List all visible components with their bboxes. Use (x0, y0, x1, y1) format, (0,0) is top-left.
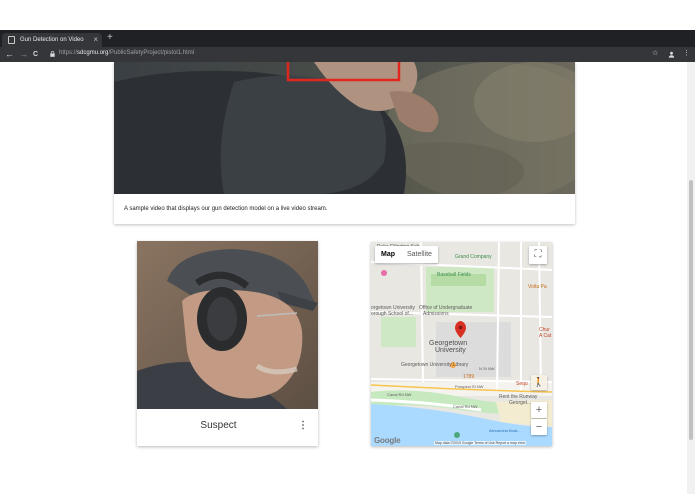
suspect-label: Suspect (200, 420, 237, 431)
map-label-prospect: Prospect St NW (455, 384, 484, 389)
page-scrollbar[interactable] (687, 62, 695, 494)
detection-box (286, 62, 401, 82)
map-label-grand: Grand Company (455, 254, 492, 260)
map-type-control: Map Satellite (375, 246, 438, 263)
forward-arrow-icon[interactable]: → (19, 48, 28, 60)
tab-title: Gun Detection on Video (20, 37, 84, 43)
map-attribution[interactable]: Map data ©2019 Google Terms of Use Repor… (434, 441, 527, 445)
bookmark-star-icon[interactable]: ☆ (652, 49, 658, 59)
detection-video[interactable] (114, 62, 575, 194)
scrollbar-thumb[interactable] (689, 180, 693, 440)
back-arrow-icon[interactable]: ← (5, 48, 14, 60)
zoom-out-button[interactable]: − (531, 419, 547, 435)
suspect-card: Suspect ⋮ (137, 241, 318, 446)
address-bar[interactable]: https://sdcgmu.org/PublicSafetyProject/p… (59, 50, 194, 56)
browser-menu-icon[interactable]: ⋮ (683, 49, 690, 59)
map-label-canal: Canal Rd NW (387, 392, 412, 397)
close-tab-icon[interactable]: × (93, 35, 98, 44)
zoom-in-button[interactable]: + (531, 402, 547, 418)
url-scheme: https:// (59, 50, 78, 56)
suspect-photo (137, 241, 318, 409)
map-type-satellite-button[interactable]: Satellite (401, 246, 438, 263)
map-label-acat: A Cat (539, 333, 552, 339)
map-label-library: Georgetown University Library (401, 362, 469, 368)
video-card: A sample video that displays our gun det… (114, 62, 575, 224)
map-label-volta: Volta Pa (528, 284, 547, 290)
fullscreen-icon[interactable]: ⛶ (529, 246, 547, 264)
map-label-alexandria: Alexandria Boat... (489, 428, 521, 433)
map-label-university: University (435, 347, 466, 354)
google-logo: Google (374, 436, 401, 445)
browser-tab[interactable]: Gun Detection on Video × (2, 33, 102, 47)
map-label-admissions: Admissions (423, 311, 449, 317)
video-caption: A sample video that displays our gun det… (124, 206, 328, 212)
page-viewport: A sample video that displays our gun det… (0, 62, 695, 494)
new-tab-button[interactable]: + (107, 32, 113, 44)
map-type-map-button[interactable]: Map (375, 246, 401, 263)
map-label-georgetown: Georgetown (429, 340, 468, 347)
map-label-canal-2: Canal Rd NW (453, 404, 478, 409)
suspect-image (137, 241, 318, 409)
window-top-margin (0, 0, 695, 30)
map-label-georgetn: Georget... (509, 400, 532, 406)
map-label-sequ: Sequ (516, 381, 528, 387)
pegman-icon[interactable]: 🚶 (531, 375, 547, 390)
url-path: /PublicSafetyProject/pistol1.html (108, 50, 195, 56)
account-icon[interactable] (668, 51, 675, 58)
page-icon (8, 36, 15, 44)
url-host: sdcgmu.org (77, 50, 109, 56)
more-options-icon[interactable]: ⋮ (298, 420, 308, 432)
map-label-baseball: Baseball Fields (437, 272, 471, 278)
reload-icon[interactable]: C (33, 49, 38, 61)
map-widget[interactable]: Duke Ellington Sch... Grand Company Base… (371, 242, 552, 446)
browser-tabstrip: Gun Detection on Video × + (0, 30, 695, 47)
map-label-1789: 1789 (463, 374, 475, 380)
lock-icon (50, 51, 55, 57)
map-label-borough: orough School of... (371, 311, 413, 317)
browser-toolbar: ← → C https://sdcgmu.org/PublicSafetyPro… (0, 47, 695, 62)
map-label-n-st: N St NW (479, 366, 495, 371)
